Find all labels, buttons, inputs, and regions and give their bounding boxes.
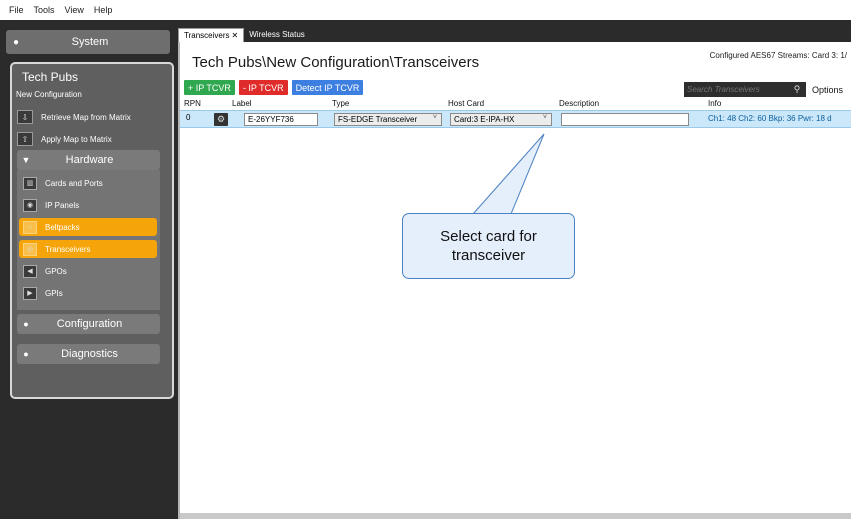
- headset-icon: ∩: [23, 220, 37, 234]
- sidebar-item-label: GPIs: [45, 288, 63, 298]
- horizontal-scrollbar[interactable]: [180, 513, 851, 519]
- rpn-cell: 0: [186, 113, 191, 122]
- diagnostics-label: Diagnostics: [61, 348, 118, 360]
- diagnostics-section-header[interactable]: ● Diagnostics: [17, 344, 160, 364]
- options-button[interactable]: Options: [808, 82, 847, 97]
- sidebar-item-transceivers[interactable]: ◎ Transceivers: [19, 240, 157, 258]
- sidebar-item-label: GPOs: [45, 266, 67, 276]
- page-title: Tech Pubs\New Configuration\Transceivers: [192, 54, 480, 71]
- menu-view[interactable]: View: [60, 5, 89, 15]
- hardware-section-header[interactable]: ▼ Hardware: [17, 150, 160, 170]
- tab-strip: Transceivers ✕ Wireless Status: [178, 28, 310, 42]
- column-header-host-card[interactable]: Host Card: [448, 99, 484, 108]
- expand-arrow-icon: ●: [12, 36, 20, 48]
- add-ip-tcvr-button[interactable]: + IP TCVR: [184, 80, 235, 95]
- column-header-label[interactable]: Label: [232, 99, 252, 108]
- hardware-label: Hardware: [65, 154, 114, 166]
- sidebar: ● System Tech Pubs New Configuration ⇩ R…: [6, 20, 174, 519]
- label-field[interactable]: E-26YYF736: [244, 113, 318, 126]
- expand-arrow-icon: ●: [23, 349, 29, 359]
- retrieve-map-label: Retrieve Map from Matrix: [41, 112, 131, 122]
- sidebar-item-label: IP Panels: [45, 200, 80, 210]
- collapse-arrow-icon: ▼: [21, 155, 31, 165]
- column-header-description[interactable]: Description: [559, 99, 599, 108]
- configured-streams-status: Configured AES67 Streams: Card 3: 1/: [709, 51, 847, 60]
- configuration-label: Configuration: [56, 318, 123, 330]
- tab-transceivers[interactable]: Transceivers ✕: [178, 28, 245, 42]
- search-input[interactable]: [684, 82, 806, 97]
- ip-panel-icon: ◉: [23, 198, 37, 212]
- tab-label: Wireless Status: [249, 30, 305, 39]
- configuration-section-header[interactable]: ● Configuration: [17, 314, 160, 334]
- host-card-select-value: Card:3 E-IPA-HX: [454, 115, 515, 124]
- upload-map-icon: ⇧: [17, 132, 33, 146]
- menu-help[interactable]: Help: [89, 5, 118, 15]
- apply-map-button[interactable]: ⇧ Apply Map to Matrix: [17, 130, 160, 148]
- system-section-header[interactable]: ● System: [6, 30, 170, 54]
- apply-map-label: Apply Map to Matrix: [41, 134, 112, 144]
- sidebar-item-gpos[interactable]: ◀ GPOs: [19, 262, 157, 280]
- host-card-select[interactable]: Card:3 E-IPA-HX ˅: [450, 113, 552, 126]
- project-subtitle: New Configuration: [16, 90, 82, 99]
- expand-arrow-icon: ●: [23, 319, 29, 329]
- sidebar-item-label: Cards and Ports: [45, 178, 103, 188]
- menu-bar: File Tools View Help: [0, 0, 851, 20]
- annotation-callout: Select card for transceiver: [402, 213, 575, 279]
- sidebar-item-beltpacks[interactable]: ∩ Beltpacks: [19, 218, 157, 236]
- sidebar-item-ip-panels[interactable]: ◉ IP Panels: [19, 196, 157, 214]
- sidebar-item-cards-and-ports[interactable]: ▥ Cards and Ports: [19, 174, 157, 192]
- project-title: Tech Pubs: [22, 70, 79, 84]
- callout-line-1: Select card for: [440, 228, 537, 245]
- chevron-down-icon: ˅: [542, 114, 547, 121]
- sidebar-item-label: Transceivers: [45, 244, 91, 254]
- table-row[interactable]: 0 ⚙ E-26YYF736 FS-EDGE Transceiver ˅ Car…: [180, 110, 851, 128]
- callout-line-2: transceiver: [451, 247, 526, 264]
- type-select[interactable]: FS-EDGE Transceiver ˅: [334, 113, 442, 126]
- remove-ip-tcvr-button[interactable]: - IP TCVR: [238, 80, 288, 95]
- menu-tools[interactable]: Tools: [29, 5, 60, 15]
- retrieve-map-button[interactable]: ⇩ Retrieve Map from Matrix: [17, 108, 160, 126]
- transceivers-page: Configured AES67 Streams: Card 3: 1/ Tec…: [178, 42, 851, 519]
- sidebar-item-gpis[interactable]: ▶ GPIs: [19, 284, 157, 302]
- tab-label: Transceivers: [184, 31, 230, 40]
- type-select-value: FS-EDGE Transceiver: [338, 115, 418, 124]
- system-label: System: [71, 36, 109, 48]
- gpo-icon: ◀: [23, 264, 37, 278]
- table-header: RPN Label Type Host Card Description Inf…: [180, 98, 851, 110]
- info-cell: Ch1: 48 Ch2: 60 Bkp: 36 Pwr: 18 d: [708, 114, 832, 123]
- hardware-list: ▥ Cards and Ports ◉ IP Panels ∩ Beltpack…: [17, 170, 160, 310]
- cards-icon: ▥: [23, 176, 37, 190]
- gpi-icon: ▶: [23, 286, 37, 300]
- tab-wireless-status[interactable]: Wireless Status: [244, 28, 310, 42]
- column-header-rpn[interactable]: RPN: [184, 99, 201, 108]
- description-field[interactable]: [561, 113, 689, 126]
- system-panel: Tech Pubs New Configuration ⇩ Retrieve M…: [10, 62, 174, 399]
- gear-icon[interactable]: ⚙: [214, 113, 228, 126]
- download-map-icon: ⇩: [17, 110, 33, 124]
- menu-file[interactable]: File: [4, 5, 29, 15]
- toolbar: + IP TCVR - IP TCVR Detect IP TCVR: [184, 80, 364, 95]
- search-icon[interactable]: ⚲: [790, 82, 804, 97]
- sidebar-item-label: Beltpacks: [45, 222, 80, 232]
- close-icon[interactable]: ✕: [232, 31, 239, 40]
- column-header-type[interactable]: Type: [332, 99, 349, 108]
- chevron-down-icon: ˅: [432, 114, 437, 121]
- detect-ip-tcvr-button[interactable]: Detect IP TCVR: [291, 80, 364, 95]
- transceiver-icon: ◎: [23, 242, 37, 256]
- column-header-info[interactable]: Info: [708, 99, 721, 108]
